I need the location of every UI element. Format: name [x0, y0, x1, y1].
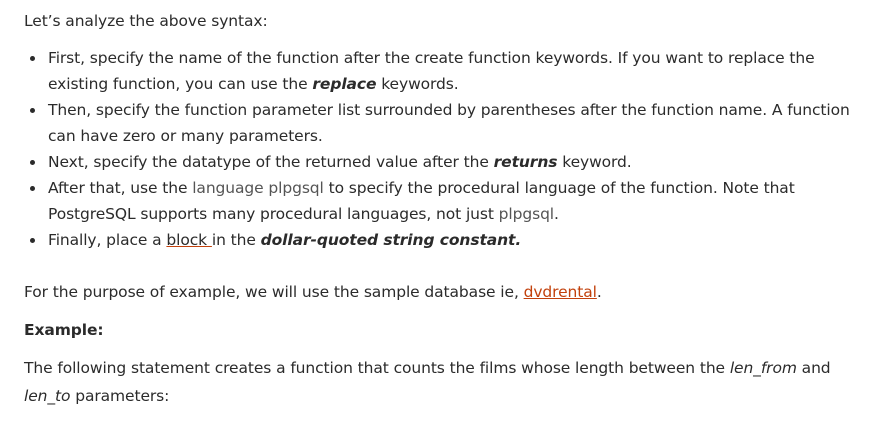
bullet-icon — [30, 238, 35, 243]
intro-text: Let’s analyze the above syntax: — [24, 12, 268, 30]
bullet-icon — [30, 186, 35, 191]
language-plpgsql-code: language plpgsql — [192, 179, 324, 197]
block-link[interactable]: block — [166, 231, 211, 249]
syntax-points-list: First, specify the name of the function … — [24, 45, 864, 253]
replace-keyword: replace — [312, 75, 377, 93]
article-content: Let’s analyze the above syntax: First, s… — [0, 0, 888, 435]
list-item: Next, specify the datatype of the return… — [24, 149, 864, 175]
plpgsql-code: plpgsql — [498, 205, 555, 223]
returns-keyword: returns — [493, 153, 558, 171]
dollar-quoted-text: dollar-quoted — [260, 231, 379, 249]
list-item: First, specify the name of the function … — [24, 45, 864, 97]
dvdrental-link[interactable]: dvdrental — [524, 283, 597, 301]
len-to-param: len_to — [24, 387, 71, 405]
example-heading: Example: — [24, 321, 104, 339]
len-from-param: len_from — [729, 359, 797, 377]
purpose-paragraph: For the purpose of example, we will use … — [24, 283, 602, 301]
statement-paragraph: The following statement creates a functi… — [24, 359, 831, 405]
list-item: Finally, place a block in the dollar-quo… — [24, 227, 864, 253]
list-item: After that, use the language plpgsql to … — [24, 175, 864, 227]
bullet-icon — [30, 160, 35, 165]
bullet-icon — [30, 108, 35, 113]
list-item: Then, specify the function parameter lis… — [24, 97, 864, 149]
bullet-icon — [30, 56, 35, 61]
